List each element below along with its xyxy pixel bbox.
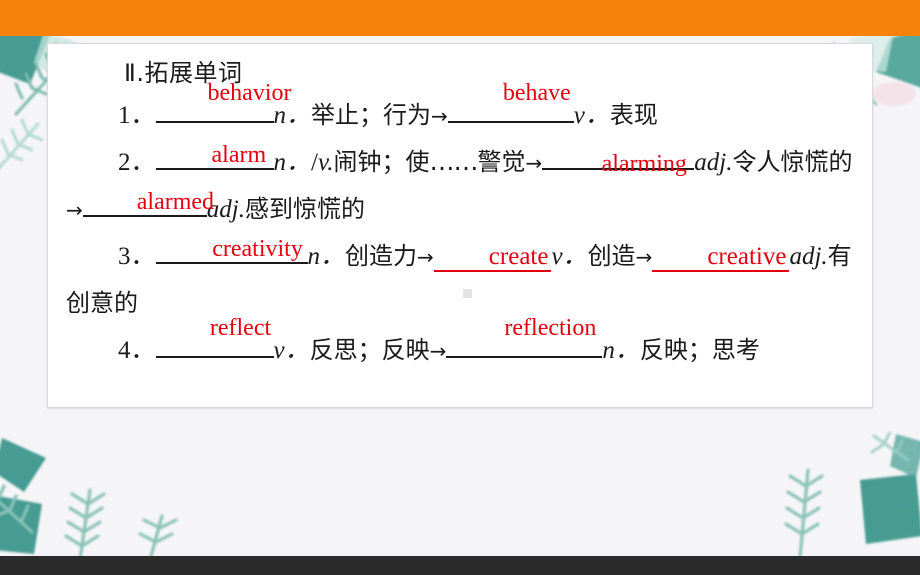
arrow-icon: → <box>525 150 543 175</box>
answer-create[interactable]: create <box>433 243 552 272</box>
content-card: Ⅱ.拓展单词 1． behavior n．举止；行为→ behave v．表现 2． al… <box>47 43 873 408</box>
pos-label: adj. <box>206 195 245 223</box>
item-number: 2． <box>118 148 156 176</box>
fern-decoration-bottom-right <box>756 430 920 567</box>
pos-label: n． <box>273 148 312 176</box>
separator-slash: / <box>311 148 318 176</box>
vocab-item-2: 2． alarm n．/v.闹钟；使……警觉→ alarming adj.令人惊慌的→ a… <box>66 139 854 233</box>
arrow-icon: → <box>431 103 448 128</box>
meaning-text: 令人惊慌的 <box>732 147 853 176</box>
vocab-item-1: 1． behavior n．举止；行为→ behave v．表现 <box>66 81 854 139</box>
meaning-text: 反映；思考 <box>639 335 760 364</box>
item-number: 4． <box>118 336 156 364</box>
pos-label: v. <box>317 148 334 176</box>
answer-blank-alarm[interactable]: alarm <box>155 140 274 170</box>
meaning-text-part1: 闹钟；使 <box>333 147 430 176</box>
pos-label: n． <box>307 242 346 270</box>
vocab-item-4: 4． reflect v．反思；反映→ reflection n．反映；思考 <box>66 316 854 374</box>
answer-blank-behavior[interactable]: behavior <box>155 81 291 123</box>
pos-label: v． <box>573 101 610 129</box>
pos-label: v． <box>551 242 588 270</box>
selection-marker <box>463 289 472 298</box>
section-heading: Ⅱ.拓展单词 <box>124 59 243 87</box>
item-number: 3． <box>118 242 156 270</box>
arrow-icon: → <box>66 197 83 222</box>
meaning-text: 创造 <box>587 241 636 270</box>
item-number: 1． <box>118 101 156 129</box>
arrow-icon: → <box>635 244 653 269</box>
meaning-text: 感到惊慌的 <box>244 194 365 223</box>
meaning-text: 反思；反映 <box>309 335 430 364</box>
answer-blank-reflection[interactable]: reflection <box>446 316 603 358</box>
fern-decoration-bottom-left <box>0 432 184 567</box>
pos-label: n． <box>273 101 312 129</box>
answer-blank-alarming[interactable]: alarming <box>542 140 695 176</box>
slide-page: Ⅱ.拓展单词 1． behavior n．举止；行为→ behave v．表现 2． al… <box>0 0 920 575</box>
answer-blank-reflect[interactable]: reflect <box>155 316 274 358</box>
meaning-text: 表现 <box>609 100 658 129</box>
answer-blank-alarmed[interactable]: alarmed <box>82 187 214 217</box>
bottom-dark-bar <box>0 556 920 575</box>
ellipsis: …… <box>429 146 478 176</box>
pos-label: n． <box>602 336 640 364</box>
meaning-text-part2: 警觉 <box>477 147 526 176</box>
top-orange-bar <box>0 0 920 36</box>
pos-label: v． <box>273 336 310 364</box>
answer-creative[interactable]: creative <box>652 243 790 272</box>
meaning-text: 举止；行为 <box>311 100 432 129</box>
vocab-item-3: 3． creativity n．创造力→ create v．创造→ creative adj… <box>66 233 854 327</box>
meaning-text: 创造力 <box>345 241 418 270</box>
pos-label: adj. <box>694 148 733 176</box>
arrow-icon: → <box>429 338 447 363</box>
pos-label: adj. <box>789 242 828 270</box>
arrow-icon: → <box>417 244 434 269</box>
answer-blank-behave[interactable]: behave <box>447 81 574 123</box>
answer-blank-creativity[interactable]: creativity <box>155 234 308 264</box>
